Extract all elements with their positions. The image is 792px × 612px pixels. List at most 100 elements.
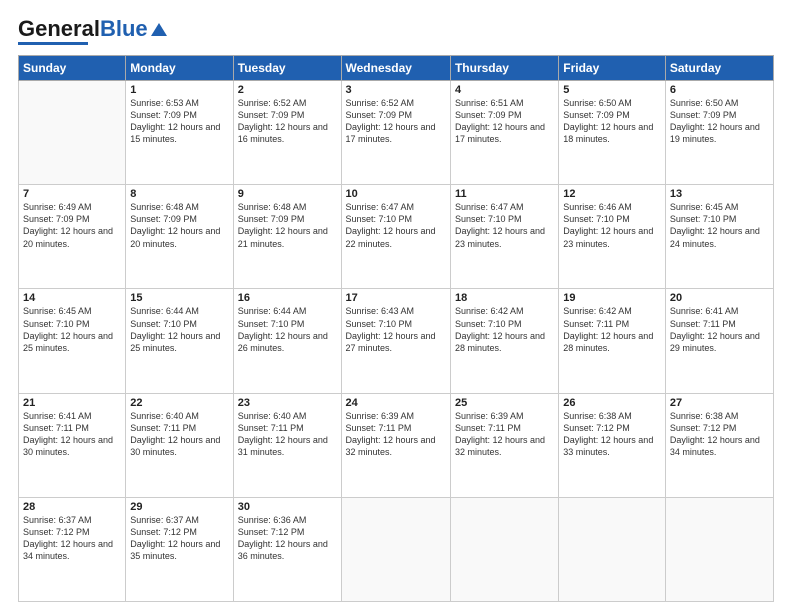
calendar-day-cell <box>341 497 450 601</box>
calendar-day-cell <box>559 497 666 601</box>
day-number: 29 <box>130 501 228 513</box>
day-info: Sunrise: 6:40 AMSunset: 7:11 PMDaylight:… <box>238 410 337 459</box>
calendar-day-cell: 24Sunrise: 6:39 AMSunset: 7:11 PMDayligh… <box>341 393 450 497</box>
calendar-day-cell: 6Sunrise: 6:50 AMSunset: 7:09 PMDaylight… <box>665 81 773 185</box>
calendar-day-cell: 10Sunrise: 6:47 AMSunset: 7:10 PMDayligh… <box>341 185 450 289</box>
weekday-header-cell: Friday <box>559 56 666 81</box>
calendar-day-cell: 27Sunrise: 6:38 AMSunset: 7:12 PMDayligh… <box>665 393 773 497</box>
weekday-header-row: SundayMondayTuesdayWednesdayThursdayFrid… <box>19 56 774 81</box>
day-number: 27 <box>670 397 769 409</box>
day-number: 30 <box>238 501 337 513</box>
day-number: 26 <box>563 397 661 409</box>
calendar-day-cell: 18Sunrise: 6:42 AMSunset: 7:10 PMDayligh… <box>450 289 558 393</box>
day-info: Sunrise: 6:49 AMSunset: 7:09 PMDaylight:… <box>23 201 121 250</box>
calendar-day-cell: 14Sunrise: 6:45 AMSunset: 7:10 PMDayligh… <box>19 289 126 393</box>
day-info: Sunrise: 6:45 AMSunset: 7:10 PMDaylight:… <box>670 201 769 250</box>
day-info: Sunrise: 6:41 AMSunset: 7:11 PMDaylight:… <box>670 305 769 354</box>
day-info: Sunrise: 6:42 AMSunset: 7:10 PMDaylight:… <box>455 305 554 354</box>
day-info: Sunrise: 6:50 AMSunset: 7:09 PMDaylight:… <box>563 97 661 146</box>
day-number: 12 <box>563 188 661 200</box>
calendar-body: 1Sunrise: 6:53 AMSunset: 7:09 PMDaylight… <box>19 81 774 602</box>
day-number: 6 <box>670 84 769 96</box>
calendar-day-cell <box>665 497 773 601</box>
weekday-header-cell: Thursday <box>450 56 558 81</box>
calendar-day-cell: 21Sunrise: 6:41 AMSunset: 7:11 PMDayligh… <box>19 393 126 497</box>
day-number: 3 <box>346 84 446 96</box>
day-number: 9 <box>238 188 337 200</box>
day-number: 23 <box>238 397 337 409</box>
day-number: 18 <box>455 292 554 304</box>
calendar-day-cell: 7Sunrise: 6:49 AMSunset: 7:09 PMDaylight… <box>19 185 126 289</box>
day-number: 7 <box>23 188 121 200</box>
logo-underline <box>18 42 88 45</box>
calendar-week-row: 21Sunrise: 6:41 AMSunset: 7:11 PMDayligh… <box>19 393 774 497</box>
day-info: Sunrise: 6:41 AMSunset: 7:11 PMDaylight:… <box>23 410 121 459</box>
calendar-day-cell: 22Sunrise: 6:40 AMSunset: 7:11 PMDayligh… <box>126 393 233 497</box>
calendar-day-cell: 17Sunrise: 6:43 AMSunset: 7:10 PMDayligh… <box>341 289 450 393</box>
day-number: 2 <box>238 84 337 96</box>
day-number: 4 <box>455 84 554 96</box>
calendar-day-cell: 26Sunrise: 6:38 AMSunset: 7:12 PMDayligh… <box>559 393 666 497</box>
logo: GeneralBlue <box>18 18 167 45</box>
day-info: Sunrise: 6:39 AMSunset: 7:11 PMDaylight:… <box>346 410 446 459</box>
calendar-day-cell: 13Sunrise: 6:45 AMSunset: 7:10 PMDayligh… <box>665 185 773 289</box>
day-info: Sunrise: 6:37 AMSunset: 7:12 PMDaylight:… <box>23 514 121 563</box>
day-number: 20 <box>670 292 769 304</box>
day-number: 16 <box>238 292 337 304</box>
logo-text: GeneralBlue <box>18 18 148 40</box>
day-info: Sunrise: 6:47 AMSunset: 7:10 PMDaylight:… <box>346 201 446 250</box>
page: GeneralBlue SundayMondayTuesdayWednesday… <box>0 0 792 612</box>
calendar-day-cell <box>19 81 126 185</box>
calendar-day-cell: 28Sunrise: 6:37 AMSunset: 7:12 PMDayligh… <box>19 497 126 601</box>
day-info: Sunrise: 6:50 AMSunset: 7:09 PMDaylight:… <box>670 97 769 146</box>
day-number: 15 <box>130 292 228 304</box>
weekday-header-cell: Saturday <box>665 56 773 81</box>
calendar-day-cell: 4Sunrise: 6:51 AMSunset: 7:09 PMDaylight… <box>450 81 558 185</box>
calendar-day-cell: 30Sunrise: 6:36 AMSunset: 7:12 PMDayligh… <box>233 497 341 601</box>
day-info: Sunrise: 6:53 AMSunset: 7:09 PMDaylight:… <box>130 97 228 146</box>
day-info: Sunrise: 6:38 AMSunset: 7:12 PMDaylight:… <box>563 410 661 459</box>
calendar-day-cell: 8Sunrise: 6:48 AMSunset: 7:09 PMDaylight… <box>126 185 233 289</box>
calendar-day-cell: 3Sunrise: 6:52 AMSunset: 7:09 PMDaylight… <box>341 81 450 185</box>
calendar-day-cell: 2Sunrise: 6:52 AMSunset: 7:09 PMDaylight… <box>233 81 341 185</box>
calendar-day-cell: 19Sunrise: 6:42 AMSunset: 7:11 PMDayligh… <box>559 289 666 393</box>
day-info: Sunrise: 6:40 AMSunset: 7:11 PMDaylight:… <box>130 410 228 459</box>
day-number: 5 <box>563 84 661 96</box>
calendar-day-cell <box>450 497 558 601</box>
calendar-day-cell: 12Sunrise: 6:46 AMSunset: 7:10 PMDayligh… <box>559 185 666 289</box>
calendar-day-cell: 9Sunrise: 6:48 AMSunset: 7:09 PMDaylight… <box>233 185 341 289</box>
day-info: Sunrise: 6:48 AMSunset: 7:09 PMDaylight:… <box>130 201 228 250</box>
calendar-day-cell: 15Sunrise: 6:44 AMSunset: 7:10 PMDayligh… <box>126 289 233 393</box>
weekday-header-cell: Monday <box>126 56 233 81</box>
day-number: 22 <box>130 397 228 409</box>
day-info: Sunrise: 6:39 AMSunset: 7:11 PMDaylight:… <box>455 410 554 459</box>
calendar-week-row: 28Sunrise: 6:37 AMSunset: 7:12 PMDayligh… <box>19 497 774 601</box>
logo-icon <box>151 23 167 36</box>
day-number: 17 <box>346 292 446 304</box>
calendar-week-row: 14Sunrise: 6:45 AMSunset: 7:10 PMDayligh… <box>19 289 774 393</box>
weekday-header-cell: Wednesday <box>341 56 450 81</box>
calendar-day-cell: 20Sunrise: 6:41 AMSunset: 7:11 PMDayligh… <box>665 289 773 393</box>
calendar-day-cell: 25Sunrise: 6:39 AMSunset: 7:11 PMDayligh… <box>450 393 558 497</box>
day-info: Sunrise: 6:42 AMSunset: 7:11 PMDaylight:… <box>563 305 661 354</box>
calendar-week-row: 7Sunrise: 6:49 AMSunset: 7:09 PMDaylight… <box>19 185 774 289</box>
calendar-table: SundayMondayTuesdayWednesdayThursdayFrid… <box>18 55 774 602</box>
calendar-week-row: 1Sunrise: 6:53 AMSunset: 7:09 PMDaylight… <box>19 81 774 185</box>
day-info: Sunrise: 6:44 AMSunset: 7:10 PMDaylight:… <box>238 305 337 354</box>
day-number: 1 <box>130 84 228 96</box>
day-info: Sunrise: 6:45 AMSunset: 7:10 PMDaylight:… <box>23 305 121 354</box>
day-number: 10 <box>346 188 446 200</box>
calendar-day-cell: 11Sunrise: 6:47 AMSunset: 7:10 PMDayligh… <box>450 185 558 289</box>
calendar-day-cell: 1Sunrise: 6:53 AMSunset: 7:09 PMDaylight… <box>126 81 233 185</box>
day-info: Sunrise: 6:36 AMSunset: 7:12 PMDaylight:… <box>238 514 337 563</box>
weekday-header-cell: Sunday <box>19 56 126 81</box>
weekday-header-cell: Tuesday <box>233 56 341 81</box>
calendar-day-cell: 16Sunrise: 6:44 AMSunset: 7:10 PMDayligh… <box>233 289 341 393</box>
day-info: Sunrise: 6:48 AMSunset: 7:09 PMDaylight:… <box>238 201 337 250</box>
day-number: 25 <box>455 397 554 409</box>
header: GeneralBlue <box>18 18 774 45</box>
day-info: Sunrise: 6:46 AMSunset: 7:10 PMDaylight:… <box>563 201 661 250</box>
day-number: 8 <box>130 188 228 200</box>
day-info: Sunrise: 6:52 AMSunset: 7:09 PMDaylight:… <box>346 97 446 146</box>
day-number: 28 <box>23 501 121 513</box>
